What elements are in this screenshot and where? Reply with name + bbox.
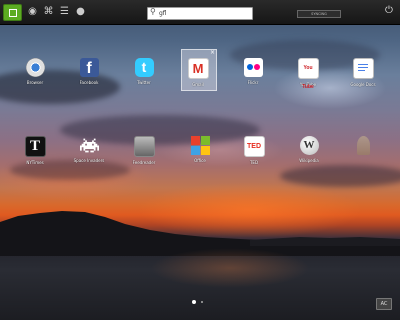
app-flickr[interactable]: Flickr bbox=[228, 58, 278, 85]
office-icon bbox=[190, 136, 210, 155]
youtube-icon: You Tube bbox=[297, 58, 319, 90]
ted-icon: TED bbox=[243, 136, 265, 157]
close-icon[interactable]: × bbox=[210, 49, 215, 56]
top-bar: ◉ ⌘ ☰ ● ⚲ SYNCING ⏻ bbox=[0, 0, 400, 25]
power-icon[interactable]: ⏻ bbox=[383, 5, 395, 17]
app-feedreader[interactable]: Feedreader bbox=[119, 136, 169, 165]
gmail-icon: M bbox=[187, 58, 209, 79]
space-invaders-icon bbox=[79, 136, 99, 155]
status-tray: SYNCING bbox=[297, 10, 341, 18]
app-gmail[interactable]: M Gmail bbox=[173, 58, 223, 87]
app-ted[interactable]: TED TED bbox=[229, 136, 279, 165]
flickr-icon bbox=[243, 58, 263, 77]
feedreader-icon bbox=[133, 136, 155, 157]
facebook-icon: f bbox=[79, 58, 99, 77]
bookmark-icon[interactable]: ⌘ bbox=[42, 5, 55, 18]
home-icon bbox=[9, 9, 17, 17]
nytimes-icon: T bbox=[24, 136, 46, 157]
home-button[interactable] bbox=[3, 4, 22, 21]
google-docs-icon bbox=[352, 58, 374, 79]
browser-icon bbox=[25, 58, 45, 77]
app-wikipedia[interactable]: W Wikipedia bbox=[284, 136, 334, 163]
app-office[interactable]: Office bbox=[175, 136, 225, 163]
launcher-icon[interactable]: ◉ bbox=[26, 5, 39, 18]
menu-icon[interactable]: ☰ bbox=[58, 5, 71, 18]
corner-button[interactable]: AC bbox=[376, 298, 392, 310]
wikipedia-icon: W bbox=[299, 136, 319, 155]
page-indicator[interactable] bbox=[192, 300, 208, 306]
app-twitter[interactable]: t Twitter bbox=[119, 58, 169, 85]
search-box[interactable]: ⚲ bbox=[147, 7, 253, 20]
app-nytimes[interactable]: T NYTimes bbox=[10, 136, 60, 165]
app-google-docs[interactable]: Google Docs bbox=[338, 58, 388, 87]
app-ghost[interactable] bbox=[338, 136, 388, 158]
app-facebook[interactable]: f Facebook bbox=[64, 58, 114, 85]
search-input[interactable] bbox=[159, 8, 249, 19]
app-space-invaders[interactable]: Space Invaders bbox=[64, 136, 114, 163]
twitter-icon: t bbox=[134, 58, 154, 77]
settings-icon[interactable]: ● bbox=[74, 5, 87, 18]
app-youtube[interactable]: You Tube YouTube bbox=[283, 58, 333, 90]
app-browser[interactable]: Browser bbox=[10, 58, 60, 85]
page-dot[interactable] bbox=[201, 301, 203, 303]
ghost-app-icon bbox=[356, 136, 370, 155]
page-dot-current[interactable] bbox=[192, 300, 196, 304]
